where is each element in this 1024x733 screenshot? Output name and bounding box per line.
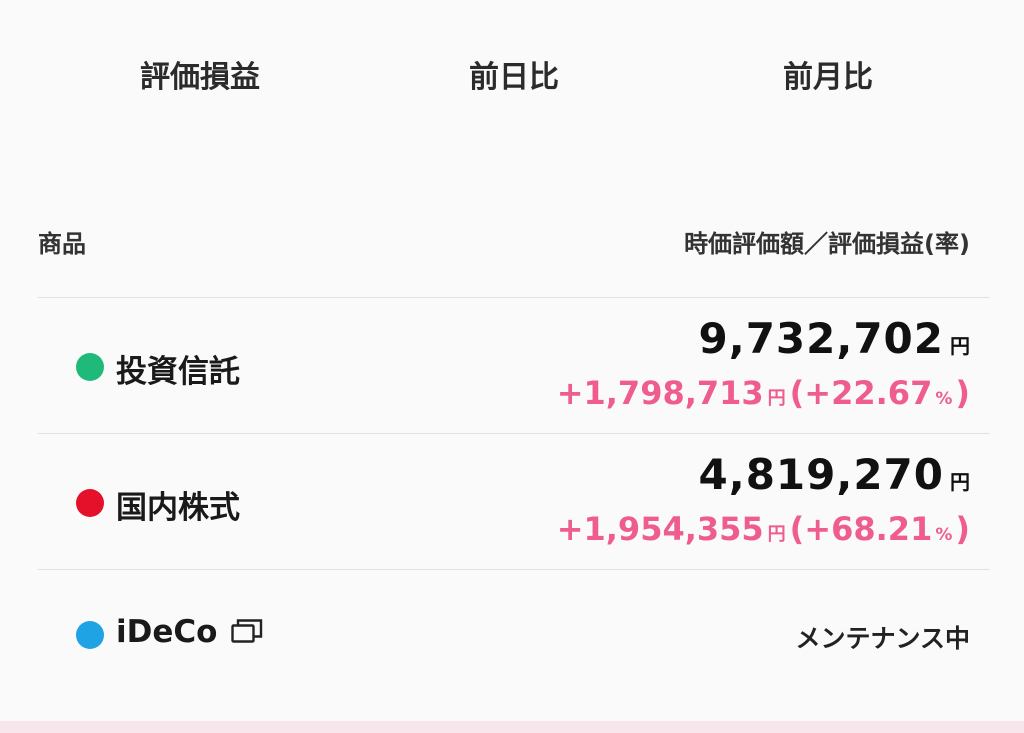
bottom-band <box>0 721 1024 733</box>
market-value: 4,819,270 円 <box>699 450 970 499</box>
tab-month-change[interactable]: 前月比 <box>698 46 958 110</box>
table-header: 商品 時価評価額／評価損益(率) <box>0 212 1024 268</box>
market-value-amount: 4,819,270 <box>698 450 944 499</box>
pl-close: ) <box>955 374 970 412</box>
market-value-unit: 円 <box>950 334 970 358</box>
profit-loss: +1,798,713 円 (+22.67%) <box>557 374 970 412</box>
pl-amount: +1,954,355 <box>556 510 764 548</box>
pl-unit: 円 <box>767 524 786 545</box>
status-dot <box>76 621 104 649</box>
market-value-unit: 円 <box>950 470 970 494</box>
product-name: iDeCo <box>116 614 263 652</box>
pl-open: ( <box>789 374 805 412</box>
table-row-ideco[interactable]: iDeCo メンテナンス中 <box>38 570 990 700</box>
pl-rate: +22.67 <box>804 374 933 412</box>
status-dot <box>76 353 104 381</box>
pl-open: ( <box>789 510 805 548</box>
tab-bar: 評価損益 前日比 前月比 <box>0 46 1024 110</box>
product-name-label: iDeCo <box>116 614 218 650</box>
market-value-amount: 9,732,702 <box>698 314 944 363</box>
product-name: 国内株式 <box>116 490 240 526</box>
status-dot <box>76 489 104 517</box>
pl-percent: % <box>935 389 953 409</box>
status-text: メンテナンス中 <box>795 624 970 653</box>
table-row-investment-trust[interactable]: 投資信託 9,732,702 円 +1,798,713 円 (+22.67%) <box>38 298 990 434</box>
pl-unit: 円 <box>767 388 786 409</box>
external-window-icon <box>231 616 263 652</box>
table-row-domestic-stocks[interactable]: 国内株式 4,819,270 円 +1,954,355 円 (+68.21%) <box>38 434 990 570</box>
pl-percent: % <box>935 525 953 545</box>
header-valuation: 時価評価額／評価損益(率) <box>684 230 970 258</box>
product-name: 投資信託 <box>116 354 240 390</box>
market-value: 9,732,702 円 <box>699 314 970 363</box>
tab-valuation-pl[interactable]: 評価損益 <box>70 46 330 110</box>
pl-rate: +68.21 <box>804 510 933 548</box>
pl-amount: +1,798,713 <box>556 374 764 412</box>
profit-loss: +1,954,355 円 (+68.21%) <box>557 510 970 548</box>
tab-day-change[interactable]: 前日比 <box>384 46 644 110</box>
pl-close: ) <box>955 510 970 548</box>
header-product: 商品 <box>38 230 86 258</box>
